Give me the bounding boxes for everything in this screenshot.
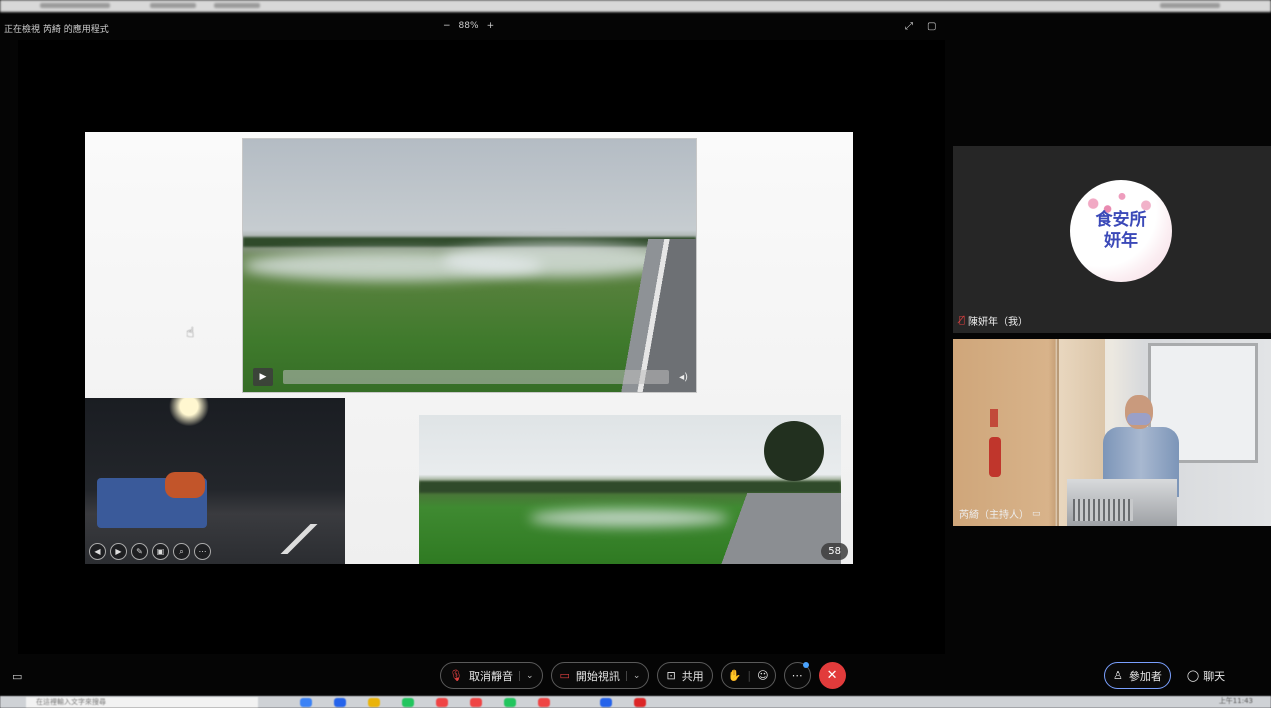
- app-icon[interactable]: [634, 698, 646, 707]
- app-icon[interactable]: [538, 698, 550, 707]
- spray-mist: [529, 509, 729, 527]
- volume-icon[interactable]: ◂): [679, 372, 688, 383]
- app-icon[interactable]: [402, 698, 414, 707]
- participant-tile-host[interactable]: 芮綺（主持人） ▭: [953, 339, 1271, 526]
- next-slide-icon[interactable]: ▶: [110, 543, 127, 560]
- chat-icon: ◯: [1186, 669, 1200, 682]
- video-progress-bar[interactable]: [283, 370, 670, 384]
- reactions-group: ✋ | ☺: [720, 662, 776, 689]
- camera-icon: ▭: [1032, 508, 1041, 519]
- avatar-text-line1: 食安所: [1095, 210, 1147, 230]
- unmute-button[interactable]: 🎙 取消靜音 ⌄: [440, 662, 543, 689]
- podium-grill: [1073, 499, 1133, 521]
- presentation-slide: ▶ ◂) ◀ ▶ ✎ ▣ ⌕ ⋯ 58 ☝: [85, 132, 853, 564]
- pen-icon[interactable]: ✎: [131, 543, 148, 560]
- raise-hand-icon[interactable]: ✋: [728, 669, 742, 682]
- unmute-label: 取消靜音: [468, 669, 513, 683]
- field-spraying-photo: [419, 415, 841, 564]
- leave-meeting-button[interactable]: ✕: [818, 662, 846, 689]
- pop-out-icon[interactable]: ⤢: [905, 21, 913, 32]
- participant-name-tag: 芮綺（主持人） ▭: [957, 505, 1043, 522]
- zoom-level: 88%: [458, 21, 479, 31]
- taskbar-clock: 上午11:43: [1218, 697, 1253, 705]
- app-icon[interactable]: [436, 698, 448, 707]
- app-icon[interactable]: [504, 698, 516, 707]
- slide-page-number: 58: [821, 543, 848, 560]
- slide-tools: ◀ ▶ ✎ ▣ ⌕ ⋯: [89, 543, 211, 560]
- app-icon[interactable]: [600, 698, 612, 707]
- extinguisher-sign: [990, 409, 998, 427]
- start-video-label: 開始視訊: [575, 669, 620, 683]
- zoom-out-button[interactable]: −: [443, 21, 451, 31]
- taskbar-search[interactable]: 在這裡輸入文字來搜尋: [26, 697, 258, 708]
- participants-button[interactable]: ♙ 參加者: [1104, 662, 1171, 689]
- zoom-icon[interactable]: ⌕: [173, 543, 190, 560]
- tree: [764, 421, 824, 481]
- spray-tank: [165, 472, 205, 498]
- avatar-text-line2: 妍年: [1104, 231, 1138, 251]
- participant-name: 陳妍年（我）: [968, 317, 1029, 328]
- mic-off-icon: 🎙: [449, 669, 463, 682]
- os-taskbar: 在這裡輸入文字來搜尋 上午11:43: [0, 696, 1271, 708]
- chevron-down-icon[interactable]: ⌄: [518, 670, 534, 681]
- notification-dot: [802, 662, 809, 668]
- meeting-toolbar: ▭ 🎙 取消靜音 ⌄ ▭ 開始視訊 ⌄ ⊡ 共用 ✋ | ☺ ⋯ ✕ ♙ 參加者…: [0, 660, 1271, 694]
- night-sprayer-photo: ◀ ▶ ✎ ▣ ⌕ ⋯: [85, 398, 345, 564]
- start-video-button[interactable]: ▭ 開始視訊 ⌄: [550, 662, 650, 689]
- person-icon: ♙: [1113, 669, 1123, 682]
- cursor-hand-icon: ☝: [186, 325, 195, 341]
- participant-tile-self[interactable]: 食安所 妍年 🎙̸ 陳妍年（我）: [953, 146, 1271, 333]
- meeting-window: 正在檢視 芮綺 的應用程式 − 88% + ⤢ ▢ ▶ ◂) ◀ ▶ ✎ ▣ ⌕…: [0, 0, 1271, 708]
- road-arrow: [265, 524, 335, 554]
- more-icon: ⋯: [791, 669, 803, 682]
- meeting-topbar: 正在檢視 芮綺 的應用程式 − 88% + ⤢ ▢: [0, 14, 1271, 40]
- view-controls: ⤢ ▢: [905, 21, 936, 32]
- os-title-strip: [0, 0, 1271, 12]
- video-off-icon: ▭: [559, 669, 570, 682]
- play-icon[interactable]: ▶: [253, 368, 273, 386]
- toolbar-right: ♙ 參加者 ◯ 聊天: [1104, 662, 1231, 689]
- participant-name-tag: 🎙̸ 陳妍年（我）: [957, 312, 1030, 329]
- more-options-button[interactable]: ⋯: [783, 662, 811, 689]
- captions-icon[interactable]: ▭: [12, 670, 22, 683]
- app-icon[interactable]: [368, 698, 380, 707]
- treeline: [419, 481, 841, 493]
- zoom-control: − 88% +: [443, 21, 494, 31]
- prev-slide-icon[interactable]: ◀: [89, 543, 106, 560]
- rice-field-video[interactable]: ▶ ◂): [242, 138, 697, 393]
- app-icon[interactable]: [470, 698, 482, 707]
- fullscreen-icon[interactable]: ▢: [927, 21, 936, 32]
- face-mask: [1127, 413, 1151, 425]
- emoji-icon[interactable]: ☺: [757, 669, 768, 682]
- avatar: 食安所 妍年: [1070, 180, 1172, 282]
- share-button[interactable]: ⊡ 共用: [657, 662, 713, 689]
- more-icon[interactable]: ⋯: [194, 543, 211, 560]
- chat-label: 聊天: [1203, 669, 1226, 683]
- participants-label: 參加者: [1128, 669, 1162, 683]
- mic-muted-icon: 🎙̸: [959, 315, 966, 326]
- chevron-down-icon[interactable]: ⌄: [625, 670, 640, 681]
- share-screen-icon: ⊡: [666, 669, 676, 682]
- sharing-label: 正在檢視 芮綺 的應用程式: [4, 25, 109, 35]
- app-icon[interactable]: [334, 698, 346, 707]
- participant-name: 芮綺（主持人）: [959, 510, 1029, 521]
- toolbar-center: 🎙 取消靜音 ⌄ ▭ 開始視訊 ⌄ ⊡ 共用 ✋ | ☺ ⋯ ✕: [440, 662, 846, 689]
- slides-grid-icon[interactable]: ▣: [152, 543, 169, 560]
- app-icon[interactable]: [300, 698, 312, 707]
- zoom-in-button[interactable]: +: [487, 21, 495, 31]
- share-label: 共用: [681, 669, 704, 683]
- fire-extinguisher: [989, 437, 1001, 477]
- video-controls: ▶ ◂): [253, 368, 688, 386]
- chat-button[interactable]: ◯ 聊天: [1181, 668, 1231, 684]
